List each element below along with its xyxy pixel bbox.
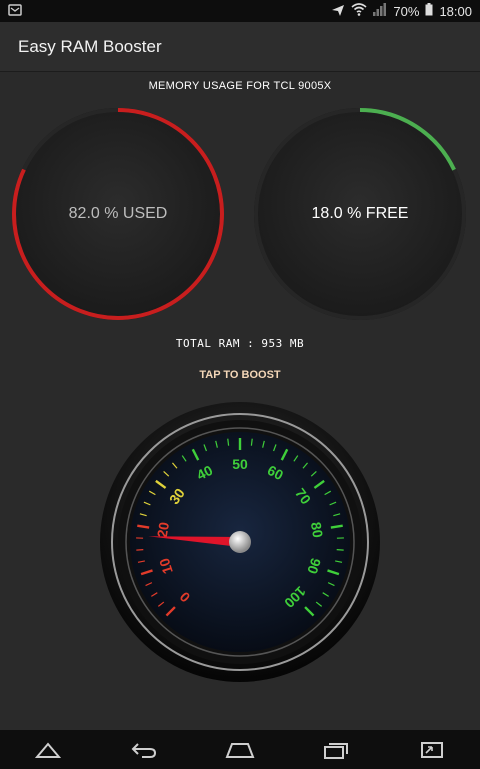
return-icon <box>131 742 157 758</box>
notification-icon <box>8 3 22 19</box>
signal-icon <box>373 3 387 19</box>
gauge-tick <box>336 549 344 551</box>
back-button[interactable] <box>18 730 78 769</box>
used-percent-label: 82.0 % USED <box>68 205 168 222</box>
status-bar: 70% 18:00 <box>0 0 480 22</box>
wifi-icon <box>351 3 367 19</box>
memory-usage-title: MEMORY USAGE FOR TCL 9005X <box>148 80 332 92</box>
home-icon <box>225 742 255 758</box>
gauge-tick <box>250 438 253 446</box>
boost-gauge[interactable]: 0 10 20 30 40 50 60 70 80 90 100 <box>98 400 382 684</box>
screenshot-icon <box>421 741 443 758</box>
free-percent-label: 18.0 % FREE <box>311 205 409 222</box>
used-memory-ring: 82.0 % USED <box>8 104 228 324</box>
gauge-number-50: 50 <box>232 456 248 472</box>
gauge-number-80: 80 <box>308 521 326 539</box>
recents-icon <box>324 742 348 759</box>
clock: 18:00 <box>439 3 472 19</box>
return-button[interactable] <box>114 730 174 769</box>
tap-to-boost-label[interactable]: TAP TO BOOST <box>0 369 480 381</box>
free-memory-ring: 18.0 % FREE <box>250 104 470 324</box>
battery-icon <box>425 3 433 19</box>
airplane-icon <box>331 3 345 20</box>
gauge-number-20: 20 <box>154 521 172 539</box>
navigation-bar <box>0 730 480 769</box>
home-button[interactable] <box>210 730 270 769</box>
recents-button[interactable] <box>306 730 366 769</box>
back-icon <box>35 741 61 758</box>
gauge-tick <box>227 438 230 446</box>
battery-percent: 70% <box>393 3 420 19</box>
app-header: Easy RAM Booster <box>0 22 480 72</box>
gauge-hub <box>229 531 251 553</box>
gauge-tick <box>136 549 144 551</box>
total-ram-label: TOTAL RAM : 953 MB <box>175 337 305 350</box>
app-title: Easy RAM Booster <box>18 36 162 56</box>
screenshot-button[interactable] <box>402 730 462 769</box>
